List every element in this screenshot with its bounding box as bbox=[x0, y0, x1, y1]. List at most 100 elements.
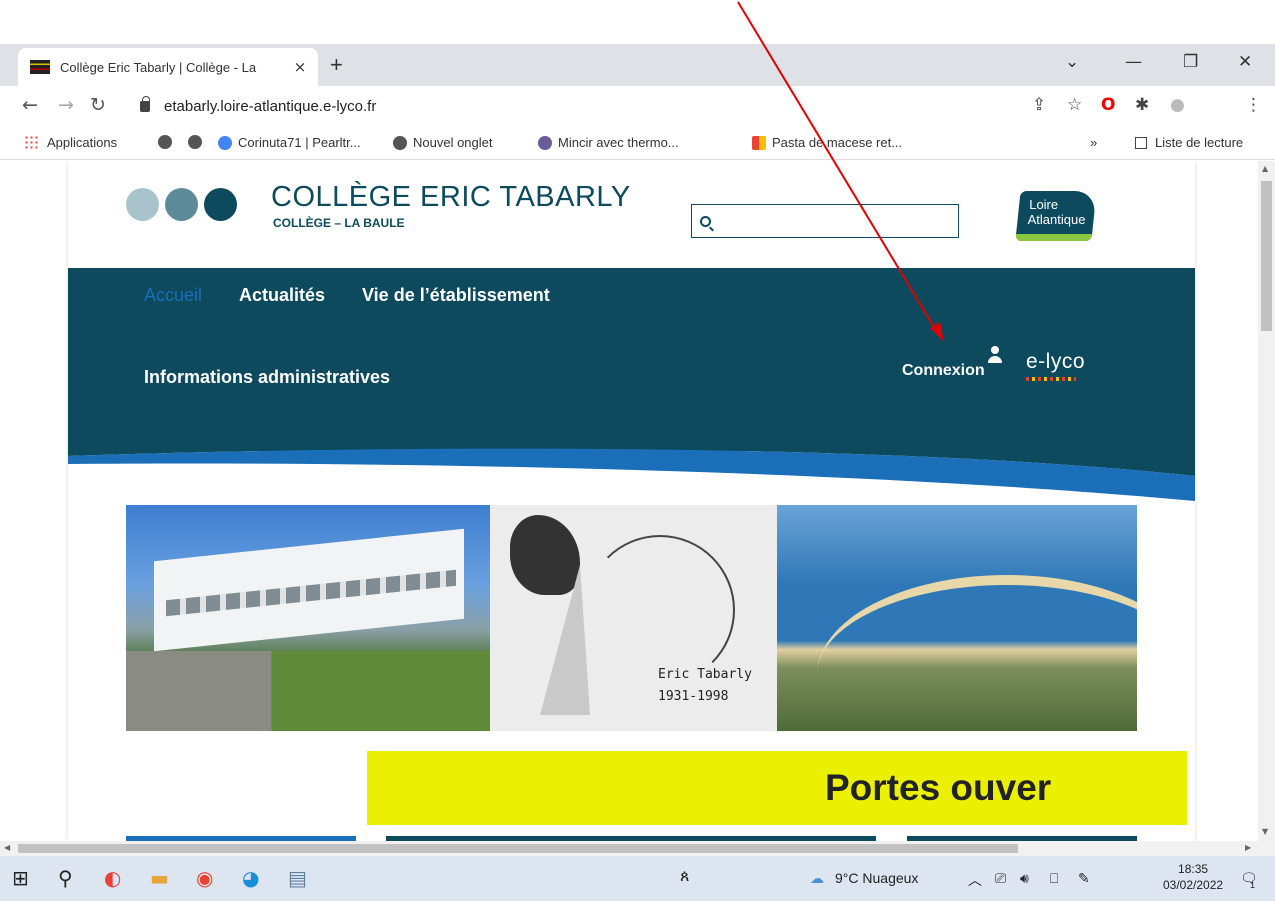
scroll-right-icon[interactable]: ▶ bbox=[1245, 843, 1251, 852]
system-clock[interactable]: 18:35 03/02/2022 bbox=[1163, 861, 1223, 893]
user-icon bbox=[987, 346, 1003, 366]
opera-extension-icon[interactable]: O bbox=[1101, 95, 1115, 115]
volume-icon[interactable]: 🔊︎ bbox=[1020, 870, 1029, 887]
forward-icon[interactable]: → bbox=[58, 94, 74, 116]
portrait-caption-years: 1931-1998 bbox=[658, 689, 729, 704]
page-viewport: COLLÈGE ERIC TABARLY COLLÈGE – LA BAULE … bbox=[0, 161, 1258, 841]
elyco-dots-decoration bbox=[1026, 377, 1076, 381]
window-close-icon[interactable]: ✕ bbox=[1238, 52, 1252, 72]
thermomix-icon bbox=[538, 135, 552, 150]
meet-icon[interactable]: ⎚ bbox=[995, 870, 1006, 887]
search-icon[interactable]: ⚲ bbox=[58, 866, 73, 890]
bookmark-label: Applications bbox=[47, 135, 118, 150]
weather-cloud-icon[interactable]: ☁ bbox=[810, 870, 824, 887]
bookmark-globe-2[interactable] bbox=[188, 135, 208, 149]
logo-dot bbox=[204, 188, 237, 221]
la-baule-bay-photo bbox=[777, 505, 1137, 731]
scroll-left-icon[interactable]: ◀ bbox=[4, 843, 10, 852]
bookmark-pasta[interactable]: Pasta de macese ret... bbox=[752, 135, 902, 150]
nav-vie-etablissement[interactable]: Vie de l’établissement bbox=[362, 285, 550, 306]
notification-count: 1 bbox=[1250, 880, 1256, 890]
minimize-icon[interactable]: — bbox=[1125, 52, 1142, 72]
profile-avatar-icon[interactable]: ● bbox=[1170, 95, 1185, 115]
tab-strip: Collège Eric Tabarly | Collège - La × + … bbox=[0, 44, 1275, 86]
url-text: etabarly.loire-atlantique.e-lyco.fr bbox=[164, 97, 377, 115]
header-wave-decoration bbox=[68, 436, 1195, 501]
network-icon[interactable]: ⎕ bbox=[1050, 870, 1058, 887]
bookmark-label: Nouvel onglet bbox=[413, 135, 493, 150]
site-search-box[interactable] bbox=[691, 204, 959, 238]
ground-shape bbox=[126, 651, 490, 731]
browser-tab[interactable]: Collège Eric Tabarly | Collège - La × bbox=[18, 48, 318, 86]
login-link[interactable]: Connexion bbox=[902, 346, 1003, 380]
nav-actualites[interactable]: Actualités bbox=[239, 285, 325, 306]
more-bookmarks-label: » bbox=[1090, 135, 1098, 150]
site-logo-dots[interactable] bbox=[126, 188, 237, 221]
nav-accueil[interactable]: Accueil bbox=[144, 285, 202, 306]
notification-center-icon[interactable]: 🗨︎ bbox=[1240, 870, 1258, 887]
nav-informations-administratives[interactable]: Informations administratives bbox=[144, 367, 390, 388]
tray-expand-icon[interactable]: ︿ bbox=[968, 870, 982, 890]
logo-text-atlantique: Atlantique bbox=[1027, 212, 1086, 227]
globe-icon bbox=[393, 135, 407, 150]
tab-close-icon[interactable]: × bbox=[292, 58, 308, 76]
chrome-icon[interactable]: ◉ bbox=[196, 866, 213, 890]
reload-icon[interactable]: ↻ bbox=[90, 94, 106, 116]
edge-icon[interactable]: ◕ bbox=[242, 866, 259, 890]
site-subtitle: COLLÈGE – LA BAULE bbox=[273, 216, 405, 230]
site-title[interactable]: COLLÈGE ERIC TABARLY bbox=[271, 181, 631, 214]
bookmark-mincir[interactable]: Mincir avec thermo... bbox=[538, 135, 679, 150]
loire-atlantique-logo[interactable]: Loire Atlantique bbox=[1015, 191, 1097, 241]
search-input[interactable] bbox=[719, 213, 958, 229]
app-icon[interactable]: ▤ bbox=[288, 866, 307, 890]
bookmark-corinuta[interactable]: Corinuta71 | Pearltr... bbox=[218, 135, 361, 150]
file-explorer-icon[interactable]: ▬ bbox=[150, 866, 169, 890]
people-icon[interactable]: ጰ bbox=[680, 866, 690, 886]
reading-list-icon bbox=[1135, 136, 1147, 149]
horizontal-scrollbar[interactable]: ◀ ▶ bbox=[0, 841, 1275, 856]
bookmark-label: Pasta de macese ret... bbox=[772, 135, 903, 150]
bookmark-label: Corinuta71 | Pearltr... bbox=[238, 135, 361, 150]
hero-banner: Eric Tabarly 1931-1998 bbox=[126, 505, 1137, 731]
windows-start-icon[interactable]: ⊞ bbox=[12, 866, 29, 890]
windows-taskbar: ⊞ ⚲ ◐ ▬ ◉ ◕ ▤ ጰ ☁ 9°C Nuageux ︿ ⎚ 🔊︎ ⎕ ✎… bbox=[0, 856, 1275, 901]
back-icon[interactable]: ← bbox=[22, 94, 38, 116]
menu-kebab-icon[interactable]: ⋮ bbox=[1245, 95, 1262, 115]
more-bookmarks-button[interactable]: » bbox=[1090, 135, 1097, 150]
pasta-site-icon bbox=[752, 135, 766, 150]
main-nav: Accueil Actualités Vie de l’établissemen… bbox=[68, 268, 1195, 451]
screen: Collège Eric Tabarly | Collège - La × + … bbox=[0, 0, 1275, 901]
scroll-up-icon[interactable]: ▲ bbox=[1262, 164, 1268, 173]
scroll-down-icon[interactable]: ▼ bbox=[1262, 827, 1268, 836]
face-outline bbox=[585, 535, 735, 685]
horizontal-scroll-thumb[interactable] bbox=[18, 844, 1018, 853]
restore-icon[interactable]: ❐ bbox=[1183, 52, 1198, 72]
bookmark-applications[interactable]: Applications bbox=[24, 135, 117, 150]
ccleaner-icon[interactable]: ◐ bbox=[104, 866, 121, 890]
site-favicon-icon bbox=[30, 60, 50, 74]
vertical-scroll-thumb[interactable] bbox=[1261, 181, 1272, 331]
bookmark-star-icon[interactable]: ☆ bbox=[1067, 95, 1082, 115]
search-icon[interactable] bbox=[700, 215, 711, 227]
tab-search-icon[interactable]: ⌄ bbox=[1065, 52, 1079, 72]
globe-icon bbox=[188, 135, 202, 149]
bookmark-globe-1[interactable] bbox=[158, 135, 178, 149]
share-icon[interactable]: ⇪ bbox=[1032, 95, 1046, 115]
announcement-banner[interactable]: Portes ouver bbox=[367, 751, 1187, 825]
extensions-puzzle-icon[interactable]: ✱ bbox=[1135, 95, 1149, 115]
apps-grid-icon bbox=[24, 135, 39, 150]
bookmark-new-tab[interactable]: Nouvel onglet bbox=[393, 135, 493, 150]
weather-text[interactable]: 9°C Nuageux bbox=[835, 870, 918, 886]
beach-shoreline bbox=[817, 575, 1137, 731]
elyco-logo[interactable]: e-lyco bbox=[1026, 350, 1085, 374]
globe-icon bbox=[158, 135, 172, 149]
college-building-photo bbox=[126, 505, 490, 731]
announcement-text: Portes ouver bbox=[825, 767, 1052, 808]
sailboat-shape bbox=[540, 565, 590, 715]
pen-icon[interactable]: ✎ bbox=[1078, 870, 1090, 887]
reading-list-button[interactable]: Liste de lecture bbox=[1135, 135, 1243, 150]
lock-icon bbox=[140, 95, 150, 112]
logo-text-loire: Loire bbox=[1029, 197, 1059, 212]
vertical-scrollbar[interactable]: ▲ ▼ bbox=[1258, 161, 1275, 841]
new-tab-button[interactable]: + bbox=[330, 52, 343, 78]
